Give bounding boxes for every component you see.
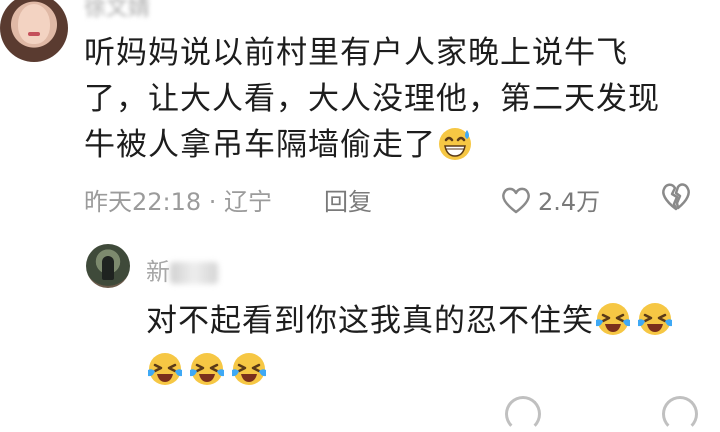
partial-heart-icon <box>505 396 541 432</box>
dislike-button[interactable] <box>659 180 693 218</box>
grinning-sweat-emoji-icon <box>436 124 474 162</box>
comment-meta: 昨天22:18 · 辽宁 回复 2.4万 <box>84 182 704 218</box>
reply-username[interactable]: 新 <box>146 252 218 287</box>
username-blur <box>170 262 218 284</box>
reply-text: 对不起看到你这我真的忍不住笑 <box>146 296 706 396</box>
like-count: 2.4万 <box>538 188 601 216</box>
laughing-tears-emoji-icon <box>594 300 632 338</box>
comment-text-body: 听妈妈说以前村里有户人家晚上说牛飞了，让大人看，大人没理他，第二天发现牛被人拿吊… <box>84 35 660 163</box>
reply-button[interactable]: 回复 <box>324 182 372 217</box>
avatar-replier[interactable] <box>86 244 130 288</box>
heart-icon <box>502 187 530 213</box>
reply-text-body: 对不起看到你这我真的忍不住笑 <box>146 303 594 339</box>
avatar-figure <box>102 256 114 280</box>
laughing-tears-emoji-icon <box>230 350 268 388</box>
laughing-tears-emoji-icon <box>146 350 184 388</box>
avatar-commenter[interactable] <box>0 0 68 62</box>
comment-username[interactable]: 徐文婧 <box>84 0 150 22</box>
like-button[interactable]: 2.4万 <box>500 182 600 217</box>
comment-time-location: 昨天22:18 · 辽宁 <box>84 188 273 216</box>
laughing-tears-emoji-icon <box>188 350 226 388</box>
partial-broken-heart-icon <box>662 396 698 432</box>
avatar-face <box>18 4 50 44</box>
comment-text: 听妈妈说以前村里有户人家晚上说牛飞了，让大人看，大人没理他，第二天发现牛被人拿吊… <box>84 30 684 168</box>
broken-heart-icon <box>662 183 690 211</box>
avatar-lips <box>28 32 40 36</box>
reply-username-text: 新 <box>146 258 170 286</box>
laughing-tears-emoji-icon <box>636 300 674 338</box>
